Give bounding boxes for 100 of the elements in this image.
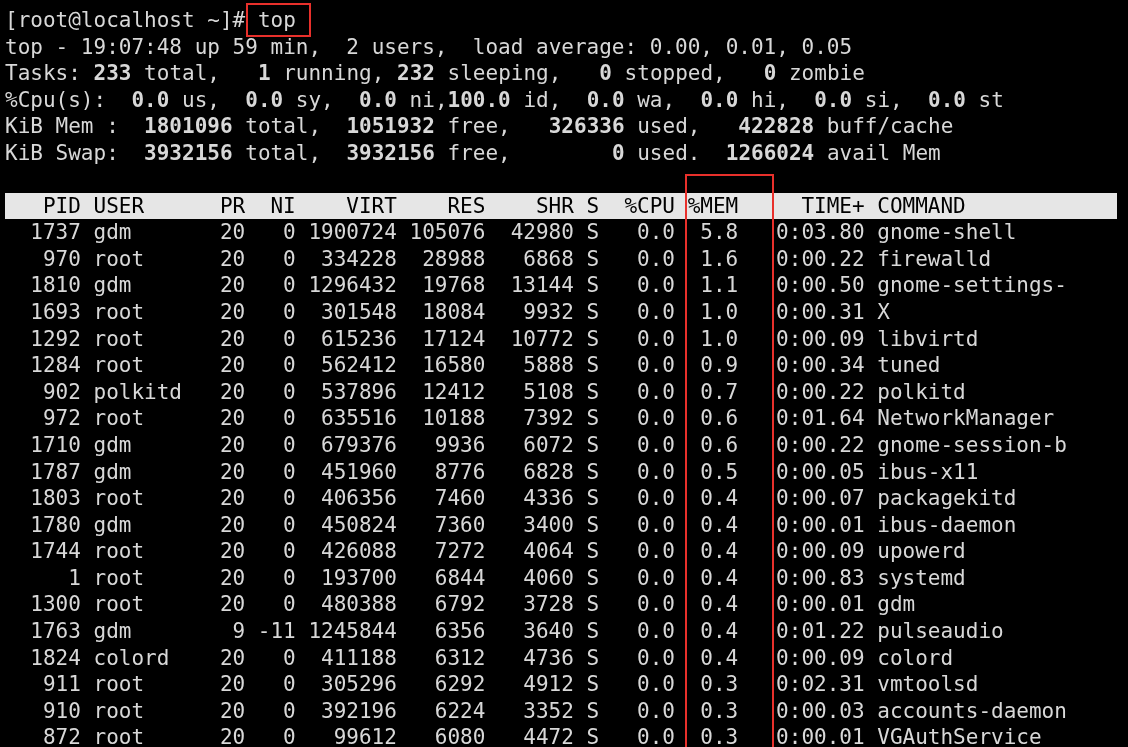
table-cell-text: 19768 — [421, 272, 486, 299]
table-cell-text: root — [93, 671, 146, 698]
table-cell-text: 911 — [41, 671, 81, 698]
table-cell-text: 0:00.83 — [775, 564, 865, 592]
table-cell: S — [586, 697, 600, 725]
table-cell: firewalld — [877, 245, 992, 273]
table-cell-text: 0:00.34 — [775, 352, 865, 379]
table-cell-text: gdm — [93, 458, 133, 486]
table-cell-text: 0 — [282, 405, 296, 432]
table-cell: S — [586, 485, 600, 512]
table-cell-text: gdm — [93, 219, 133, 246]
table-cell-text: 1763 — [29, 618, 81, 645]
table-cell-text: 0.4 — [699, 564, 739, 592]
column-header: USER — [93, 192, 146, 220]
table-cell-text: 0 — [282, 671, 296, 698]
table-cell-text: 0:02.31 — [775, 671, 865, 698]
table-cell-text: 20 — [218, 219, 246, 246]
table-cell-text: 537896 — [320, 378, 397, 406]
table-cell-text: 10188 — [421, 405, 486, 432]
summary-line: KiB Mem : 1801096 total, 1051932 free, 326336 used, 422828 buff/cache — [5, 113, 954, 140]
table-cell-text: 0.0 — [636, 431, 675, 459]
table-cell-text: root — [93, 325, 146, 353]
table-cell-text: 0 — [282, 431, 296, 459]
table-cell-text: 480388 — [320, 591, 397, 619]
table-cell-text: 9 — [231, 618, 246, 645]
table-cell-text: 1300 — [29, 591, 81, 619]
table-cell-text: 450824 — [320, 511, 397, 539]
table-cell-text: 1787 — [29, 458, 81, 486]
table-cell-text: 1292 — [29, 325, 81, 353]
table-cell-text: 5.8 — [699, 219, 739, 246]
table-cell: tuned — [877, 352, 941, 379]
table-cell: vmtoolsd — [877, 671, 979, 698]
table-cell-text: 970 — [41, 245, 81, 273]
table-cell-text: 6080 — [433, 724, 486, 747]
table-cell-text: 0.0 — [636, 272, 675, 299]
table-cell-text: 9936 — [433, 431, 486, 459]
table-cell-text: 193700 — [320, 564, 397, 592]
table-cell-text: 4912 — [522, 671, 574, 698]
table-cell-text: 20 — [218, 298, 246, 326]
table-cell-text: root — [93, 245, 146, 273]
table-cell: accounts-daemon — [877, 697, 1067, 725]
table-cell-text: gdm — [93, 272, 133, 299]
table-cell-text: 0.4 — [699, 485, 739, 512]
table-cell-text: 0 — [282, 298, 296, 326]
table-cell-text: 9932 — [522, 298, 574, 326]
table-cell-text: 0.0 — [636, 618, 675, 645]
table-cell-text: 972 — [41, 405, 81, 432]
table-cell: colord — [877, 644, 954, 672]
table-cell-text: 1.1 — [699, 272, 739, 299]
table-cell: S — [586, 724, 600, 747]
table-cell-text: 20 — [218, 405, 246, 432]
table-cell-text: 1810 — [29, 272, 81, 299]
table-cell-text: polkitd — [93, 378, 183, 406]
table-cell-text: 0:00.07 — [775, 485, 865, 512]
column-header: %CPU — [623, 192, 675, 220]
table-cell-text: 0:00.09 — [775, 325, 865, 353]
table-cell-text: 0.9 — [699, 352, 739, 379]
table-cell-text: 10772 — [509, 325, 574, 353]
table-cell-text: 0.0 — [636, 538, 675, 565]
table-cell: libvirtd — [877, 325, 979, 353]
table-cell-text: 0.0 — [636, 298, 675, 326]
column-header: S — [586, 192, 600, 220]
column-header: PID — [41, 192, 81, 220]
table-cell: 1900724 — [308, 219, 397, 246]
table-cell-text: 0 — [282, 219, 296, 246]
table-cell: X — [877, 298, 890, 326]
table-cell-text: 0:00.01 — [775, 724, 865, 747]
table-cell-text: 20 — [218, 591, 246, 619]
table-cell-text: 0 — [282, 724, 296, 747]
table-cell-text: 7272 — [433, 538, 486, 565]
table-cell-text: 411188 — [320, 644, 397, 672]
table-cell-text: 7460 — [433, 485, 486, 512]
table-cell-text: 0.0 — [636, 511, 675, 539]
table-cell: S — [586, 298, 600, 326]
table-cell-text: 1710 — [29, 431, 81, 459]
table-cell: -11 — [257, 618, 296, 645]
table-cell-text: 301548 — [320, 298, 397, 326]
table-cell-text: 20 — [218, 245, 246, 273]
table-cell-text: 12412 — [421, 378, 486, 406]
table-cell-text: 0.3 — [699, 697, 739, 725]
table-cell: S — [586, 564, 600, 592]
table-cell-text: 0.4 — [699, 644, 739, 672]
table-cell-text: root — [93, 564, 146, 592]
table-cell-text: 4060 — [522, 564, 574, 592]
table-cell: packagekitd — [877, 485, 1017, 512]
table-cell-text: 0.6 — [699, 431, 739, 459]
summary-line: top - 19:07:48 up 59 min, 2 users, load average: 0.00, 0.01, 0.05 — [5, 33, 853, 61]
table-cell-text: 426088 — [320, 538, 397, 565]
table-cell-text: 0 — [282, 591, 296, 619]
table-cell-text: 3400 — [522, 511, 574, 539]
table-cell-text: 0.4 — [699, 538, 739, 565]
table-cell: S — [586, 378, 600, 406]
table-cell-text: 6792 — [433, 591, 486, 619]
table-cell-text: 1284 — [29, 352, 81, 379]
table-cell: polkitd — [877, 378, 966, 406]
table-cell-text: 6312 — [433, 644, 486, 672]
table-cell-text: 0.0 — [636, 245, 675, 273]
table-cell-text: 20 — [218, 511, 246, 539]
table-cell-text: 6868 — [522, 245, 574, 273]
table-cell-text: 6072 — [522, 431, 574, 459]
